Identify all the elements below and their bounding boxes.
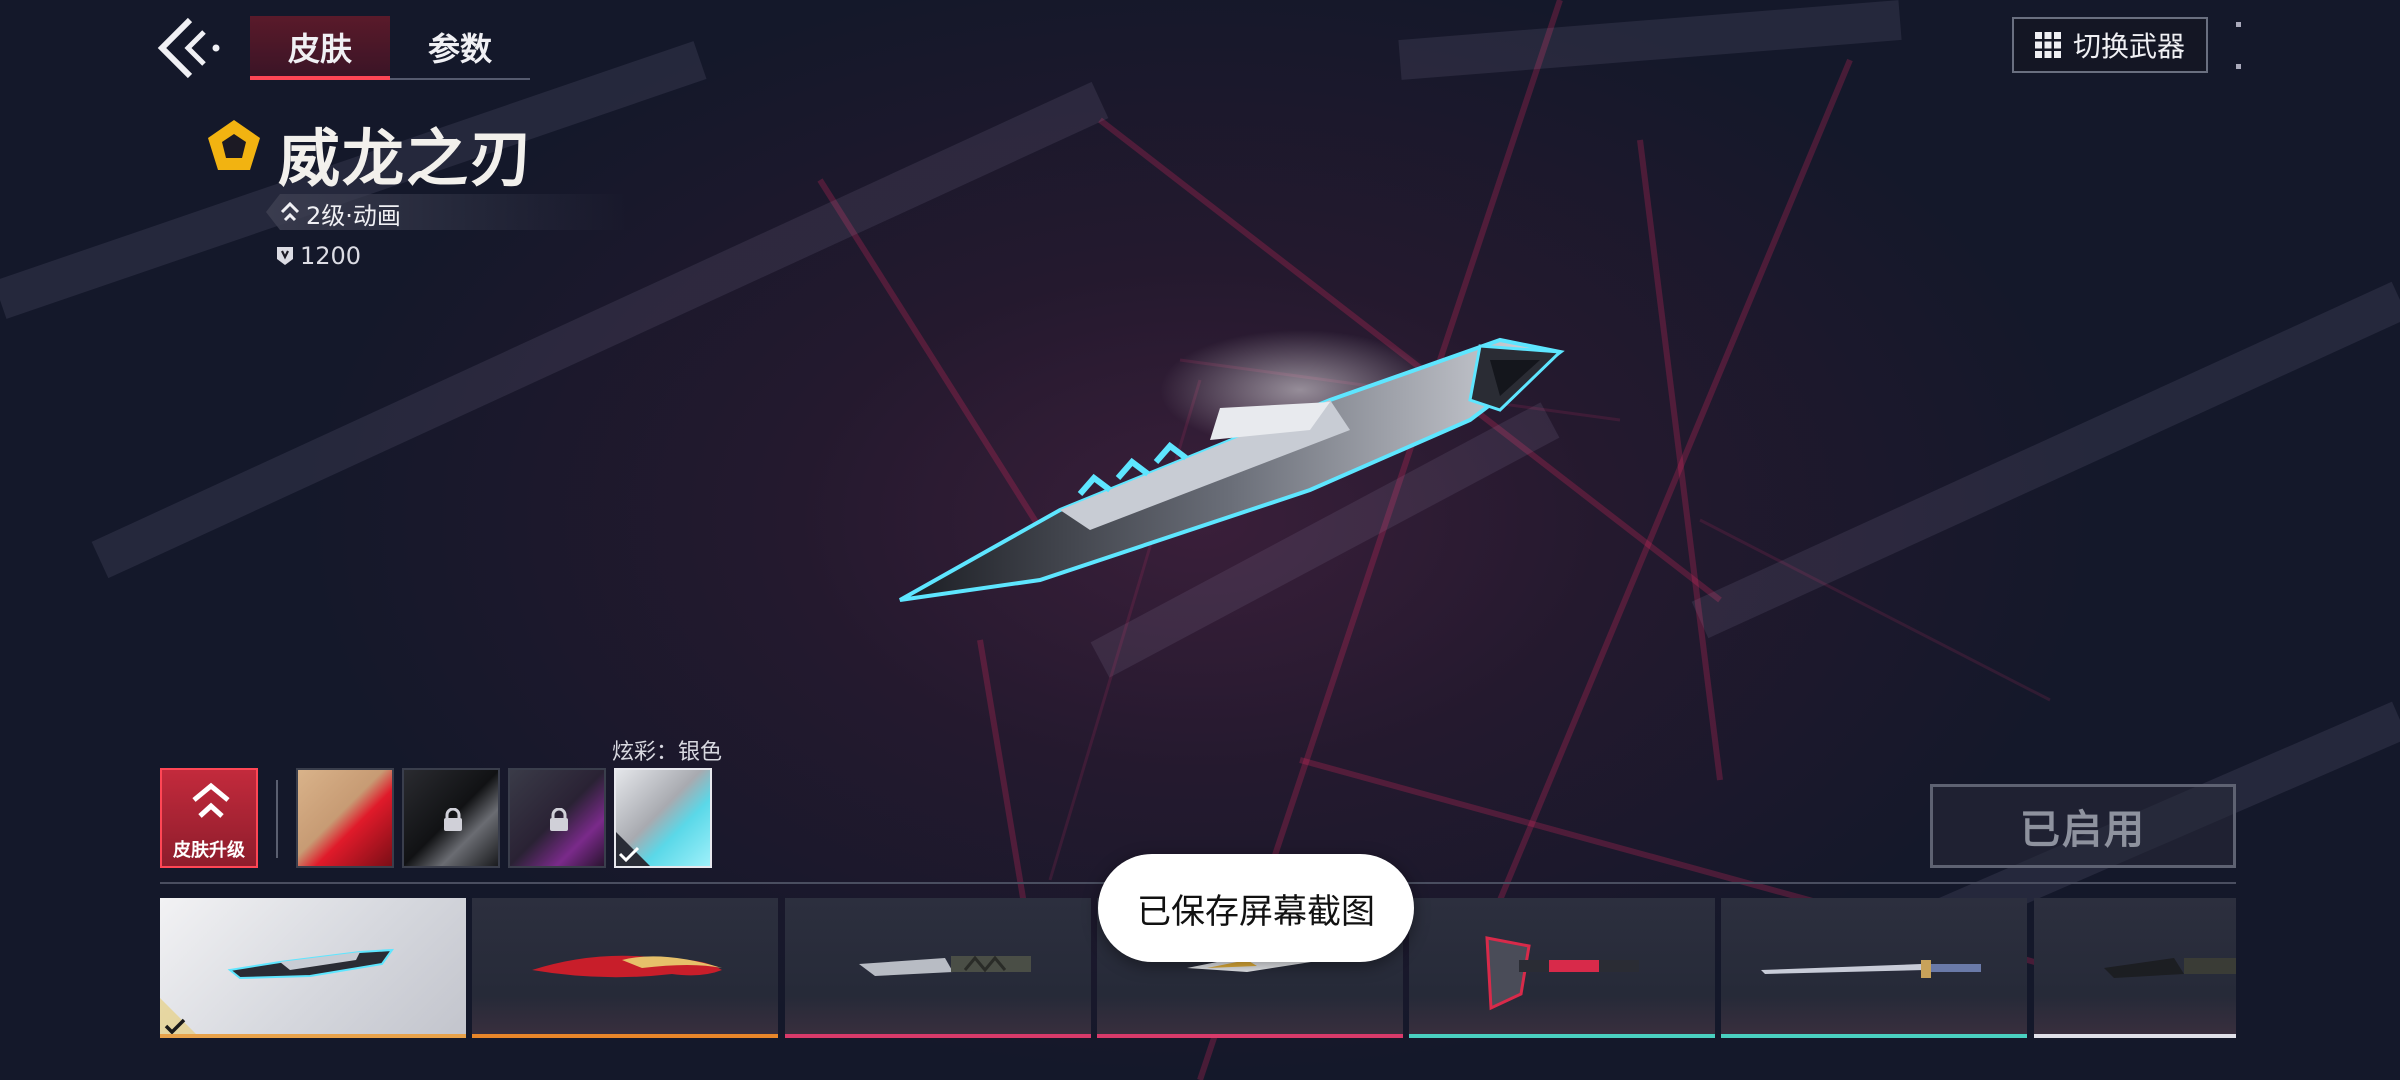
rarity-bar	[785, 1034, 1091, 1038]
currency-icon	[277, 247, 293, 265]
rarity-bar	[1721, 1034, 2027, 1038]
skin-card-silver-blade[interactable]	[160, 898, 466, 1038]
level-tag: 2级·动画	[266, 194, 626, 230]
lock-icon	[550, 808, 568, 831]
level-up-icon	[280, 202, 300, 222]
chroma-label: 炫彩：银色	[612, 740, 723, 765]
chroma-option-silver[interactable]	[614, 768, 712, 868]
skin-upgrade-button[interactable]: 皮肤升级	[160, 768, 258, 868]
rarity-bar	[2034, 1034, 2236, 1038]
upgrade-arrows-icon	[192, 782, 230, 818]
weapon-thumbnail-red-axe	[1485, 936, 1639, 1011]
corner-dot	[2236, 64, 2241, 69]
vertical-divider	[276, 780, 278, 858]
tab-stats[interactable]: 参数	[390, 16, 530, 78]
switch-weapon-button[interactable]: 切换武器	[2012, 17, 2208, 73]
weapon-thumbnail-silver-blade	[227, 948, 395, 980]
weapon-thumbnail-gold-red-curved	[532, 955, 722, 978]
skin-card-black-knife[interactable]	[2034, 898, 2236, 1038]
chroma-option-purple[interactable]	[508, 768, 606, 868]
weapon-thumbnail-serrated-knife	[859, 955, 1031, 976]
rarity-bar	[160, 1034, 466, 1038]
back-button[interactable]	[150, 14, 230, 86]
chroma-option-black[interactable]	[402, 768, 500, 868]
skin-card-sword[interactable]	[1721, 898, 2027, 1038]
switch-weapon-label: 切换武器	[2072, 30, 2185, 63]
price: 1200	[276, 240, 361, 272]
chevron-left-icon	[157, 17, 220, 79]
weapon-thumbnail-black-knife	[2104, 958, 2236, 978]
grid-icon	[2034, 32, 2061, 58]
tab-bar: 皮肤 参数	[250, 16, 530, 80]
selected-check-icon	[160, 998, 200, 1038]
toast-notification: 已保存屏幕截图	[1098, 854, 1414, 962]
lock-icon	[444, 808, 462, 831]
weapon-thumbnail-sword	[1761, 960, 1981, 978]
rarity-bar	[1097, 1034, 1403, 1038]
skin-upgrade-label: 皮肤升级	[173, 840, 245, 861]
knife-model	[899, 330, 1565, 602]
chroma-option-gold-red[interactable]	[296, 768, 394, 868]
skin-card-gold-red-curved[interactable]	[472, 898, 778, 1038]
tab-skins-label: 皮肤	[287, 30, 352, 68]
price-value: 1200	[300, 242, 362, 270]
equipped-button[interactable]: 已启用	[1930, 784, 2236, 868]
skin-card-red-axe[interactable]	[1409, 898, 1715, 1038]
rarity-bar	[472, 1034, 778, 1038]
selected-check-icon	[616, 832, 650, 866]
gold-pentagon-icon	[208, 120, 260, 170]
tab-stats-label: 参数	[427, 30, 492, 68]
rarity-bar	[1409, 1034, 1715, 1038]
skin-name: 威龙之刃	[278, 122, 535, 195]
corner-dot	[2236, 22, 2241, 27]
skin-card-serrated-knife[interactable]	[785, 898, 1091, 1038]
tab-skins[interactable]: 皮肤	[250, 16, 390, 80]
level-label: 2级·动画	[306, 202, 401, 230]
